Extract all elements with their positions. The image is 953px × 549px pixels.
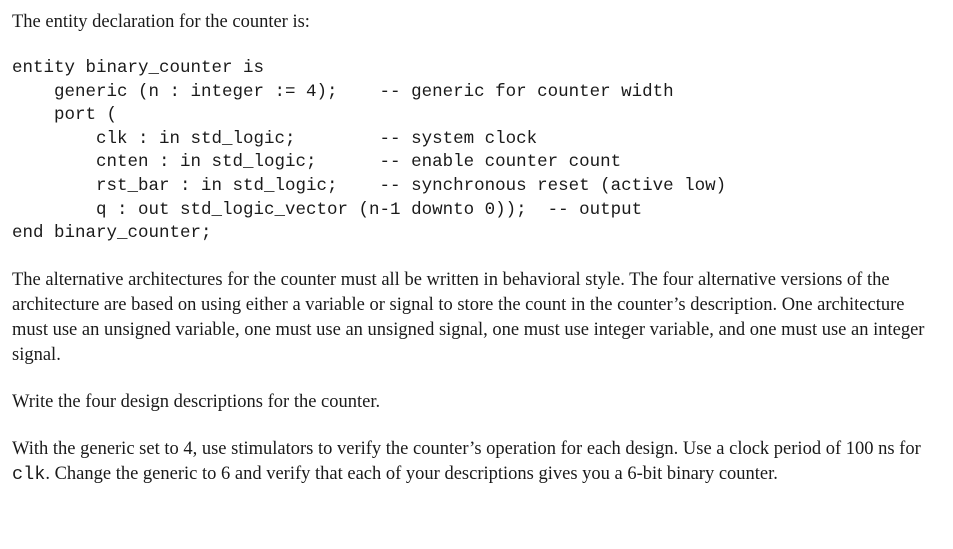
paragraph-3: With the generic set to 4, use stimulato… [12,437,941,488]
code-line-2: generic (n : integer := 4); -- generic f… [12,82,674,102]
para3-part-a: With the generic set to 4, use stimulato… [12,439,921,459]
paragraph-1: The alternative architectures for the co… [12,268,941,368]
code-line-4: clk : in std_logic; -- system clock [12,129,537,149]
code-line-7: q : out std_logic_vector (n-1 downto 0))… [12,200,642,220]
code-line-1: entity binary_counter is [12,58,264,78]
intro-text: The entity declaration for the counter i… [12,10,941,35]
code-line-6: rst_bar : in std_logic; -- synchronous r… [12,176,726,196]
para3-part-b: . Change the generic to 6 and verify tha… [45,464,778,484]
code-line-3: port ( [12,105,117,125]
code-line-5: cnten : in std_logic; -- enable counter … [12,152,621,172]
paragraph-2: Write the four design descriptions for t… [12,390,941,415]
clk-token: clk [12,464,45,485]
code-block: entity binary_counter is generic (n : in… [12,57,941,246]
code-line-8: end binary_counter; [12,223,212,243]
